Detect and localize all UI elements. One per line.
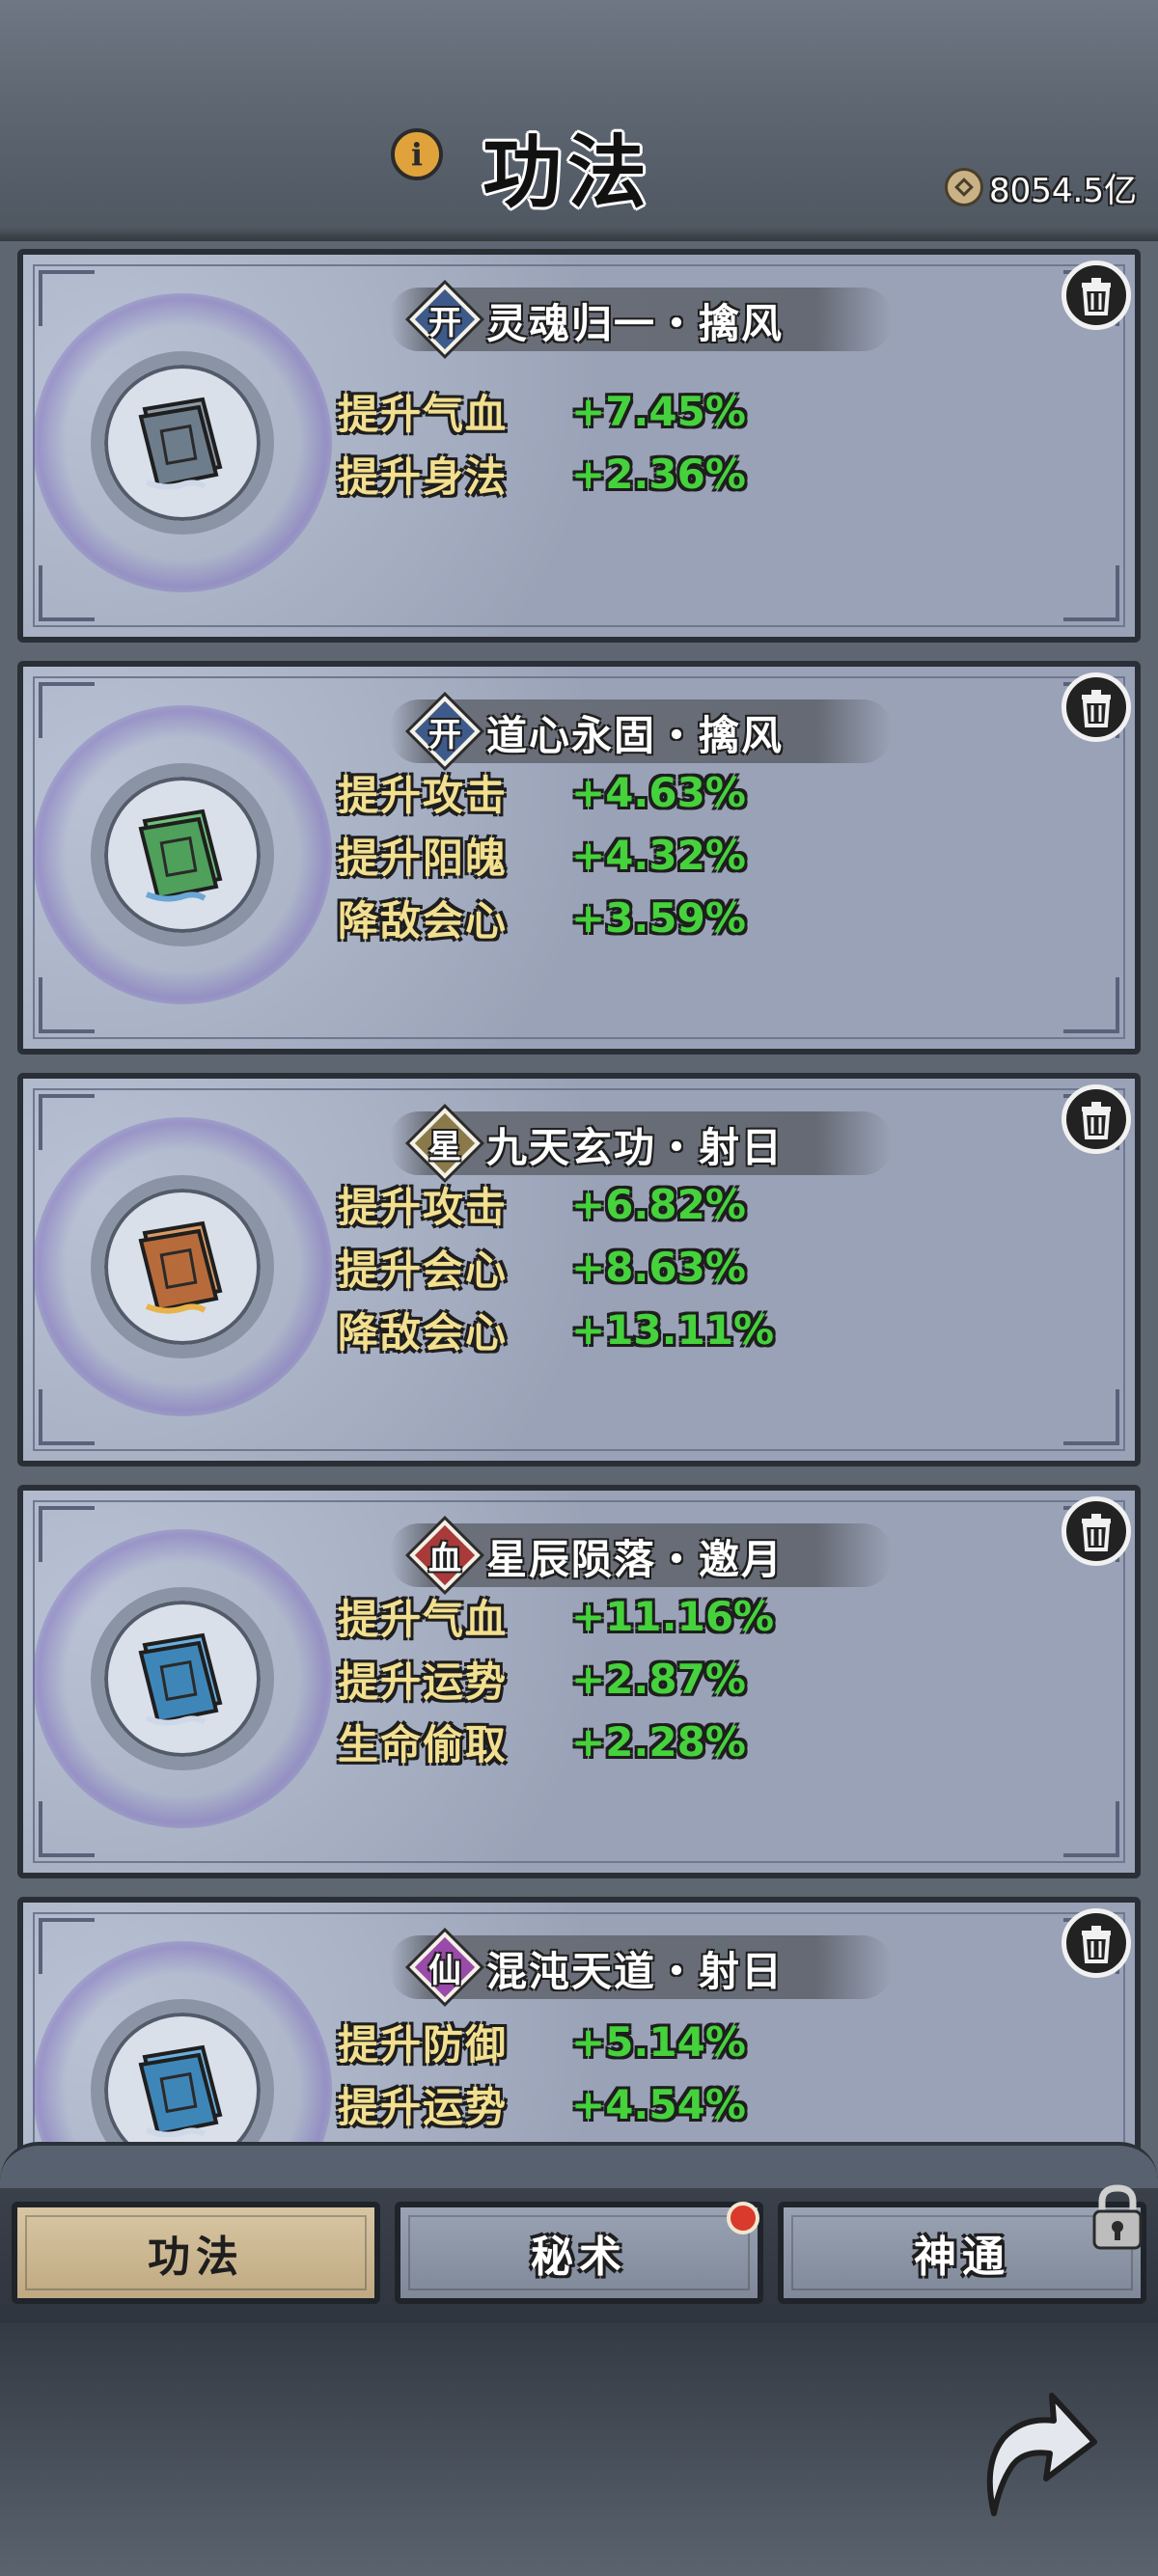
stat-row: 提升气血 +11.16%: [338, 1585, 774, 1648]
stat-label: 提升气血: [338, 1596, 509, 1643]
currency-display: 8054.5亿: [945, 160, 1137, 214]
stat-label: 提升运势: [338, 1658, 509, 1706]
stat-row: 提升攻击 +6.82%: [338, 1173, 774, 1236]
stat-value: +13.11%: [571, 1306, 775, 1354]
return-arrow-icon[interactable]: [965, 2378, 1100, 2523]
stat-value: +4.54%: [571, 2081, 746, 2128]
stat-value: +6.82%: [571, 1181, 746, 1228]
stat-label: 提升身法: [338, 453, 509, 501]
stat-value: +5.14%: [571, 2018, 746, 2066]
tab-bar: 功法 秘术 神通: [0, 2188, 1158, 2323]
skill-book-icon: [138, 1632, 223, 1726]
skill-card[interactable]: 血 星辰陨落・邀月 提升气血 +11.16% 提升运势 +2.87% 生命偷取 …: [17, 1485, 1141, 1878]
stat-value: +2.87%: [571, 1656, 746, 1703]
stat-label: 提升阳魄: [338, 835, 509, 882]
stat-row: 提升身法 +2.36%: [338, 443, 746, 506]
skill-card[interactable]: 开 道心永固・擒风 提升攻击 +4.63% 提升阳魄 +4.32% 降敌会心 +…: [17, 661, 1141, 1055]
stat-row: 降敌会心 +13.11%: [338, 1299, 774, 1361]
stat-list: 提升气血 +7.45% 提升身法 +2.36%: [338, 380, 746, 506]
skill-name: 灵魂归一・擒风: [486, 300, 785, 347]
grade-badge: 仙: [409, 1932, 481, 2003]
stat-row: 提升攻击 +4.63%: [338, 761, 746, 824]
trash-icon[interactable]: [1062, 672, 1131, 742]
trash-icon[interactable]: [1062, 1496, 1131, 1566]
skill-name: 星辰陨落・邀月: [486, 1536, 785, 1583]
skill-card[interactable]: 星 九天玄功・射日 提升攻击 +6.82% 提升会心 +8.63% 降敌会心 +…: [17, 1073, 1141, 1466]
info-icon[interactable]: i: [391, 128, 443, 180]
stat-label: 降敌会心: [338, 1309, 509, 1357]
currency-value: 8054.5亿: [989, 171, 1137, 210]
skill-book-icon: [138, 2044, 223, 2138]
stat-list: 提升攻击 +6.82% 提升会心 +8.63% 降敌会心 +13.11%: [338, 1173, 774, 1361]
stat-value: +8.63%: [571, 1244, 746, 1291]
skill-list[interactable]: 开 灵魂归一・擒风 提升气血 +7.45% 提升身法 +2.36% 开 道心永固…: [0, 241, 1158, 2176]
skill-name: 九天玄功・射日: [486, 1124, 785, 1171]
stat-label: 提升会心: [338, 1247, 509, 1294]
stat-value: +7.45%: [571, 388, 746, 435]
stat-row: 降敌会心 +3.59%: [338, 887, 746, 949]
skill-book-icon: [138, 808, 223, 902]
stat-label: 生命偷取: [338, 1721, 509, 1768]
stat-row: 提升运势 +4.54%: [338, 2073, 746, 2136]
stat-label: 提升攻击: [338, 772, 509, 819]
header-bar: i 功法 8054.5亿: [0, 0, 1158, 241]
skill-name: 道心永固・擒风: [486, 712, 785, 759]
trash-icon[interactable]: [1062, 1908, 1131, 1978]
stat-value: +2.36%: [571, 451, 746, 498]
stat-label: 提升攻击: [338, 1184, 509, 1231]
stat-value: +4.63%: [571, 769, 746, 816]
trash-icon[interactable]: [1062, 1084, 1131, 1154]
stat-label: 提升运势: [338, 2084, 509, 2131]
notification-dot: [727, 2202, 759, 2234]
skill-name: 混沌天道・射日: [486, 1948, 785, 1995]
lock-icon: [1092, 2184, 1143, 2250]
coin-icon: [945, 168, 984, 206]
skill-card[interactable]: 开 灵魂归一・擒风 提升气血 +7.45% 提升身法 +2.36%: [17, 249, 1141, 643]
stat-list: 提升攻击 +4.63% 提升阳魄 +4.32% 降敌会心 +3.59%: [338, 761, 746, 949]
skill-card[interactable]: 仙 混沌天道・射日 提升防御 +5.14% 提升运势 +4.54%: [17, 1897, 1141, 2176]
tab-mishu[interactable]: 秘术: [395, 2202, 763, 2304]
stat-row: 生命偷取 +2.28%: [338, 1711, 774, 1773]
stat-value: +2.28%: [571, 1718, 746, 1766]
page-title: 功法: [482, 126, 653, 219]
grade-badge: 开: [409, 284, 481, 355]
skill-book-icon: [138, 397, 223, 490]
grade-badge: 血: [409, 1520, 481, 1591]
grade-badge: 开: [409, 696, 481, 767]
stat-row: 提升气血 +7.45%: [338, 380, 746, 443]
tab-gongfa[interactable]: 功法: [12, 2202, 380, 2304]
stat-label: 提升防御: [338, 2021, 509, 2069]
stat-label: 降敌会心: [338, 897, 509, 945]
stat-row: 提升防御 +5.14%: [338, 2011, 746, 2073]
stat-list: 提升防御 +5.14% 提升运势 +4.54%: [338, 2011, 746, 2136]
grade-badge: 星: [409, 1108, 481, 1179]
stat-value: +11.16%: [571, 1593, 775, 1640]
skill-book-icon: [138, 1220, 223, 1314]
stat-label: 提升气血: [338, 391, 509, 438]
stat-row: 提升会心 +8.63%: [338, 1236, 774, 1299]
stat-row: 提升阳魄 +4.32%: [338, 824, 746, 887]
stat-list: 提升气血 +11.16% 提升运势 +2.87% 生命偷取 +2.28%: [338, 1585, 774, 1773]
stat-value: +3.59%: [571, 894, 746, 942]
stat-row: 提升运势 +2.87%: [338, 1648, 774, 1711]
trash-icon[interactable]: [1062, 260, 1131, 330]
stat-value: +4.32%: [571, 832, 746, 879]
